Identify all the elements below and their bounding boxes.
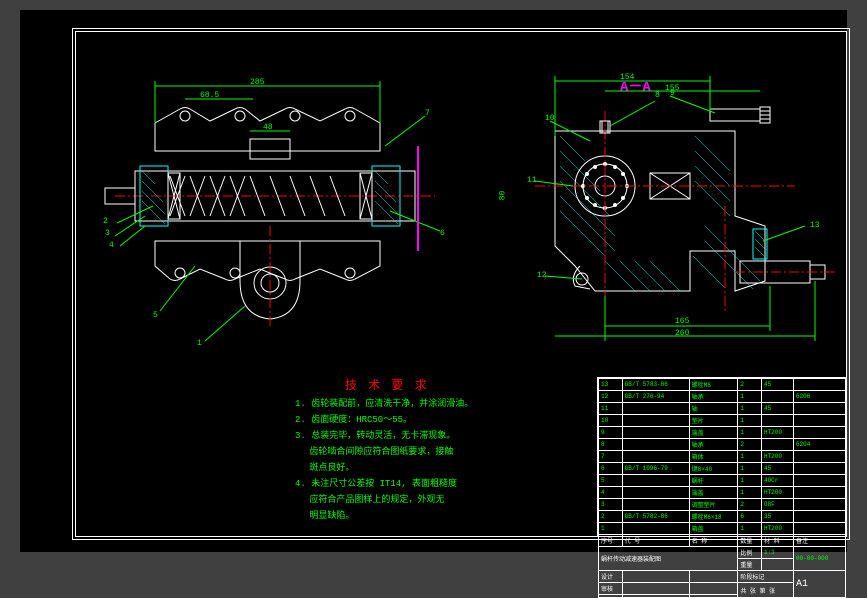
dim-r154: 154 — [620, 73, 634, 82]
table-row: 3调整垫片208F — [599, 499, 846, 511]
table-row: 8轴承26204 — [599, 439, 846, 451]
left-view — [85, 51, 485, 351]
drawing-area: 285 68.5 48 4 3 2 5 1 7 6 A－A — [75, 31, 847, 537]
tech-line6: 4. 未注尺寸公差按 IT14, 表面粗糙度 — [295, 476, 515, 492]
balloon-7: 7 — [425, 109, 430, 118]
balloon-1: 1 — [197, 339, 202, 348]
tech-line4: 齿轮啮合间隙应符合图纸要求，接触 — [295, 444, 515, 460]
sheet-size: A1 — [793, 571, 845, 598]
tech-line5: 斑点良好。 — [295, 460, 515, 476]
tech-line8: 明显缺陷。 — [295, 508, 515, 524]
cad-canvas: 285 68.5 48 4 3 2 5 1 7 6 A－A — [20, 10, 847, 552]
table-row: 11轴145 — [599, 403, 846, 415]
tech-body: 1. 齿轮装配前，应清洗干净，并涂润滑油。 2. 齿面硬度：HRC50～55。 … — [295, 396, 515, 524]
table-row: 9端盖1HT200 — [599, 427, 846, 439]
table-row: 1箱盖1HT200 — [599, 523, 846, 535]
balloon-4: 4 — [109, 241, 114, 250]
dwg-no: 00-00-000 — [793, 547, 845, 571]
table-row: 5蜗杆140Cr — [599, 475, 846, 487]
balloon-3: 3 — [105, 229, 110, 238]
balloon-11: 11 — [527, 176, 537, 185]
tech-line1: 1. 齿轮装配前，应清洗干净，并涂润滑油。 — [295, 396, 515, 412]
table-row: 12GB/T 276-94轴承16206 — [599, 391, 846, 403]
table-row: 7箱体1HT200 — [599, 451, 846, 463]
balloon-13: 13 — [810, 221, 820, 230]
title-block: 13GB/T 5783-86螺栓M824512GB/T 276-94轴承1620… — [597, 377, 847, 537]
dim-r260: 260 — [675, 329, 689, 338]
table-row: 2GB/T 5782-86螺栓M6×18635 — [599, 511, 846, 523]
balloon-6: 6 — [440, 229, 445, 238]
project-name: 蜗杆传动减速器装配图 — [599, 547, 738, 571]
table-row: 10垫片1 — [599, 415, 846, 427]
dim-r80: 80 — [498, 191, 507, 201]
tech-title: 技 术 要 求 — [345, 376, 429, 393]
balloon-5: 5 — [153, 311, 158, 320]
tech-line3: 3. 总装完毕，转动灵活，无卡滞现象。 — [295, 428, 515, 444]
dim-r165: 165 — [675, 317, 689, 326]
balloon-12: 12 — [537, 271, 547, 280]
parts-list: 13GB/T 5783-86螺栓M824512GB/T 276-94轴承1620… — [598, 378, 846, 598]
balloon-8: 8 — [655, 91, 660, 100]
table-row: 4端盖1HT200 — [599, 487, 846, 499]
dim-285: 285 — [250, 78, 264, 87]
tech-line7: 应符合产品图样上的规定，外观无 — [295, 492, 515, 508]
table-row: 6GB/T 1096-79键8×40145 — [599, 463, 846, 475]
dim-68: 68.5 — [200, 91, 219, 100]
table-row: 13GB/T 5783-86螺栓M8245 — [599, 379, 846, 391]
tech-line2: 2. 齿面硬度：HRC50～55。 — [295, 412, 515, 428]
balloon-9: 9 — [670, 89, 675, 98]
parts-header: 序号 代 号 名 称 数量 材 料 备注 — [599, 535, 846, 547]
balloon-10: 10 — [545, 114, 555, 123]
balloon-2: 2 — [103, 217, 108, 226]
dim-48: 48 — [263, 123, 273, 132]
